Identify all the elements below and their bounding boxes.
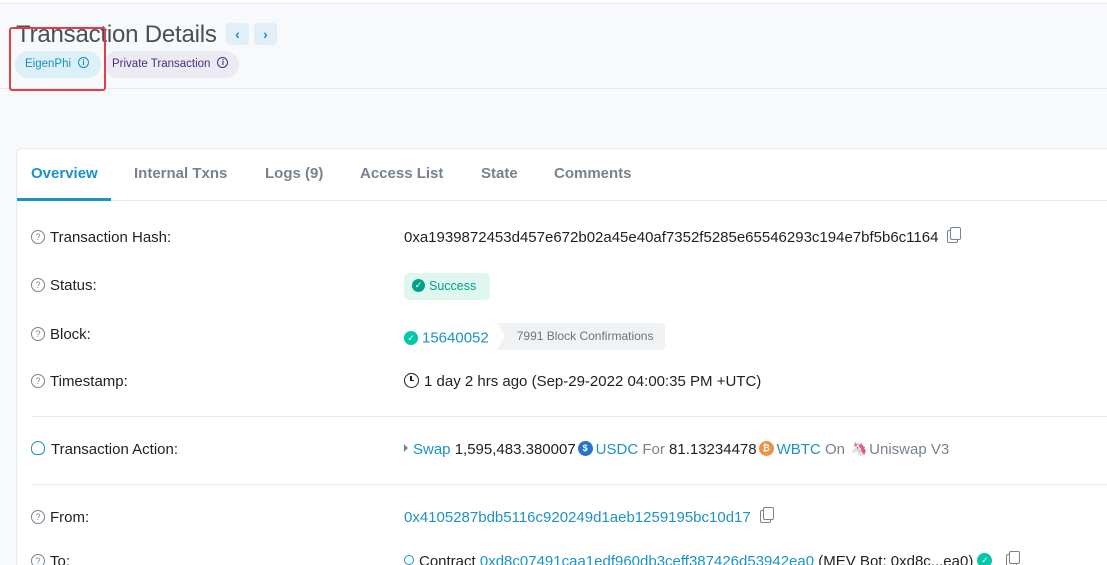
tx-hash-value: 0xa1939872453d457e672b02a45e40af7352f528…	[404, 226, 962, 246]
wbtc-icon: ₿	[758, 440, 774, 456]
on-text: On	[824, 441, 845, 458]
check-circle-icon: ✓	[412, 279, 425, 293]
status-text: Success	[429, 279, 477, 293]
tab-access-list[interactable]: Access List	[360, 165, 443, 182]
transaction-action-value: Swap 1,595,483.380007 $ USDC For 81.132344…	[404, 440, 950, 458]
uniswap-icon: 🦄	[851, 440, 868, 456]
from-label: ? From:	[31, 509, 89, 526]
timestamp-value: 1 day 2 hrs ago (Sep-29-2022 04:00:35 PM…	[404, 372, 762, 390]
next-transaction-button[interactable]: ›	[254, 23, 277, 45]
tab-comments[interactable]: Comments	[554, 165, 632, 182]
active-tab-indicator	[17, 198, 111, 201]
divider	[31, 484, 1107, 485]
timestamp-text: 1 day 2 hrs ago (Sep-29-2022 04:00:35 PM…	[424, 373, 762, 390]
from-address-link[interactable]: 0x4105287bdb5116c920249d1aeb1259195bc10d…	[404, 509, 751, 526]
tab-bar: Overview Internal Txns Logs (9) Access L…	[17, 149, 1107, 201]
contract-icon	[404, 555, 414, 565]
amount-in: 1,595,483.380007	[454, 441, 576, 458]
info-icon: i	[217, 57, 229, 69]
timestamp-label: ? Timestamp:	[31, 373, 128, 390]
tx-hash-text: 0xa1939872453d457e672b02a45e40af7352f528…	[404, 229, 939, 246]
to-value: Contract 0xd8c07491caa1edf960db3ceff3874…	[404, 550, 1021, 565]
copy-icon[interactable]	[759, 506, 774, 523]
to-address-link[interactable]: 0xd8c07491caa1edf960db3ceff387426d53942e…	[480, 553, 814, 565]
clock-icon	[404, 372, 419, 388]
transaction-overview-card: Overview Internal Txns Logs (9) Access L…	[16, 148, 1107, 565]
previous-transaction-button[interactable]: ‹	[226, 23, 249, 45]
tab-logs[interactable]: Logs (9)	[265, 165, 323, 182]
lightbulb-icon	[31, 441, 45, 456]
private-transaction-badge[interactable]: Private Transaction i	[104, 51, 239, 78]
status-label: ? Status:	[31, 277, 97, 294]
tx-hash-label: ? Transaction Hash:	[31, 229, 171, 246]
usdc-icon: $	[577, 440, 593, 456]
help-icon[interactable]: ?	[31, 510, 45, 525]
contract-prefix: Contract	[419, 553, 476, 565]
tab-state[interactable]: State	[481, 165, 518, 182]
page-header: Transaction Details ‹ › EigenPhi i Privat…	[0, 4, 1107, 91]
wbtc-token-link[interactable]: WBTC	[777, 441, 821, 458]
to-name: (MEV Bot: 0xd8c...ea0)	[818, 553, 974, 565]
caret-right-icon[interactable]	[404, 444, 408, 453]
copy-icon[interactable]	[1006, 550, 1021, 565]
block-value: ✓ 15640052 7991 Block Confirmations	[404, 323, 666, 352]
status-badge: ✓ Success	[404, 273, 490, 300]
usdc-token-link[interactable]: USDC	[596, 441, 639, 458]
block-label: ? Block:	[31, 326, 91, 343]
help-icon[interactable]: ?	[31, 230, 45, 245]
swap-link[interactable]: Swap	[413, 441, 451, 458]
verified-check-icon: ✓	[977, 552, 993, 565]
tab-overview[interactable]: Overview	[31, 165, 98, 182]
for-text: For	[642, 441, 665, 458]
transaction-action-label: Transaction Action:	[31, 441, 178, 458]
to-label: ? To:	[31, 553, 70, 565]
highlight-annotation-box	[9, 27, 106, 91]
help-icon[interactable]: ?	[31, 278, 45, 293]
help-icon[interactable]: ?	[31, 327, 45, 342]
uniswap-v3-label: Uniswap V3	[869, 441, 950, 458]
amount-out: 81.13234478	[669, 441, 757, 458]
private-transaction-label: Private Transaction	[112, 58, 211, 70]
copy-icon[interactable]	[947, 226, 962, 243]
tab-internal-txns[interactable]: Internal Txns	[134, 165, 227, 182]
help-icon[interactable]: ?	[31, 374, 45, 389]
block-number-link[interactable]: 15640052	[422, 329, 489, 346]
block-confirmations-badge: 7991 Block Confirmations	[496, 323, 666, 350]
help-icon[interactable]: ?	[31, 554, 45, 565]
divider	[31, 416, 1107, 417]
from-value: 0x4105287bdb5116c920249d1aeb1259195bc10d…	[404, 506, 774, 526]
check-circle-icon: ✓	[404, 330, 418, 345]
